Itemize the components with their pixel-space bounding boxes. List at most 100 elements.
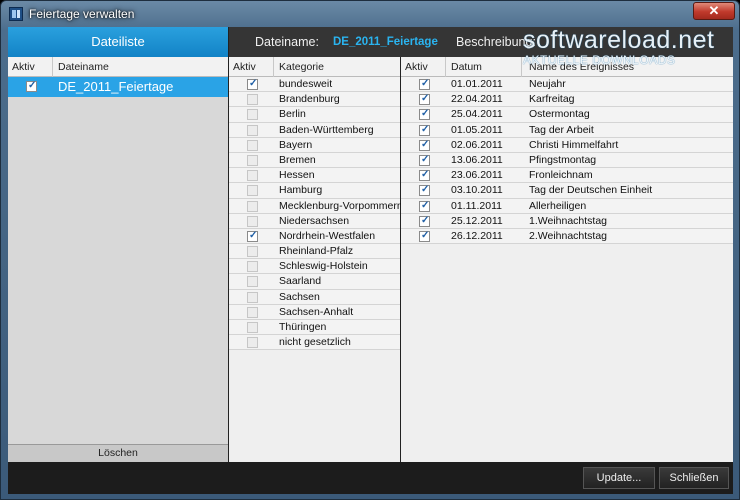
event-date: 25.12.2011 bbox=[451, 214, 503, 227]
event-row[interactable]: 25.12.2011 1.Weihnachtstag bbox=[401, 213, 733, 229]
column-header-filename[interactable]: Dateiname bbox=[58, 61, 109, 73]
category-active-checkbox[interactable] bbox=[247, 154, 258, 166]
category-active-checkbox[interactable] bbox=[247, 306, 258, 318]
event-active-checkbox[interactable] bbox=[419, 215, 430, 227]
description-label: Beschreibung: bbox=[456, 35, 536, 49]
title-bar[interactable]: Feiertage verwalten ✕ bbox=[1, 1, 739, 27]
category-active-checkbox[interactable] bbox=[247, 94, 258, 106]
category-active-checkbox[interactable] bbox=[247, 276, 258, 288]
event-date: 26.12.2011 bbox=[451, 229, 503, 242]
category-name: nicht gesetzlich bbox=[279, 336, 351, 349]
active-checkbox[interactable] bbox=[26, 80, 37, 92]
event-date: 13.06.2011 bbox=[451, 153, 503, 166]
category-active-checkbox[interactable] bbox=[247, 78, 258, 90]
category-active-checkbox[interactable] bbox=[247, 109, 258, 121]
window-title: Feiertage verwalten bbox=[29, 7, 135, 21]
category-row[interactable]: Bayern bbox=[229, 137, 400, 153]
event-name: Tag der Arbeit bbox=[529, 123, 594, 136]
category-row[interactable]: Saarland bbox=[229, 274, 400, 290]
category-row[interactable]: Baden-Württemberg bbox=[229, 122, 400, 138]
file-list: DE_2011_Feiertage bbox=[8, 77, 228, 97]
category-row[interactable]: Rheinland-Pfalz bbox=[229, 244, 400, 260]
file-name: DE_2011_Feiertage bbox=[58, 79, 174, 94]
close-button[interactable]: Schließen bbox=[659, 467, 729, 489]
event-name: Tag der Deutschen Einheit bbox=[529, 184, 653, 197]
category-row[interactable]: Mecklenburg-Vorpommern bbox=[229, 198, 403, 214]
event-row[interactable]: 01.05.2011 Tag der Arbeit bbox=[401, 122, 733, 138]
category-active-checkbox[interactable] bbox=[247, 124, 258, 136]
column-header-category[interactable]: Kategorie bbox=[279, 61, 324, 73]
column-header-active[interactable]: Aktiv bbox=[233, 61, 256, 73]
category-name: bundesweit bbox=[279, 78, 333, 90]
category-row[interactable]: Bremen bbox=[229, 152, 400, 169]
category-row[interactable]: Nordrhein-Westfalen bbox=[229, 228, 400, 245]
update-button[interactable]: Update... bbox=[583, 467, 655, 489]
footer-bar: Update... Schließen bbox=[8, 462, 733, 494]
category-row[interactable]: Schleswig-Holstein bbox=[229, 259, 400, 275]
client-area: Dateiliste Aktiv Dateiname DE_2011_Feier… bbox=[8, 27, 733, 494]
category-active-checkbox[interactable] bbox=[247, 246, 258, 258]
category-name: Baden-Württemberg bbox=[279, 123, 374, 136]
event-grid: Aktiv Datum Name des Ereignisses 01.01.2… bbox=[401, 57, 733, 462]
category-name: Schleswig-Holstein bbox=[279, 260, 368, 273]
category-row[interactable]: Berlin bbox=[229, 107, 400, 123]
category-row[interactable]: Brandenburg bbox=[229, 92, 400, 108]
category-row[interactable]: Hessen bbox=[229, 168, 400, 184]
event-active-checkbox[interactable] bbox=[419, 78, 430, 90]
event-row[interactable]: 01.11.2011 Allerheiligen bbox=[401, 198, 733, 214]
event-row[interactable]: 25.04.2011 Ostermontag bbox=[401, 107, 733, 123]
event-row[interactable]: 13.06.2011 Pfingstmontag bbox=[401, 152, 733, 169]
category-row[interactable]: Hamburg bbox=[229, 183, 400, 199]
category-active-checkbox[interactable] bbox=[247, 322, 258, 333]
category-row[interactable]: Sachsen bbox=[229, 289, 400, 305]
category-name: Bremen bbox=[279, 153, 316, 166]
category-active-checkbox[interactable] bbox=[247, 261, 258, 273]
close-window-button[interactable]: ✕ bbox=[693, 2, 735, 20]
category-row[interactable]: Thüringen bbox=[229, 320, 400, 336]
category-active-checkbox[interactable] bbox=[247, 139, 258, 151]
category-active-checkbox[interactable] bbox=[247, 230, 258, 242]
category-list: bundesweit Brandenburg Berlin Baden-Württem… bbox=[229, 77, 403, 351]
category-name: Nordrhein-Westfalen bbox=[279, 229, 376, 242]
category-active-checkbox[interactable] bbox=[247, 200, 258, 212]
category-active-checkbox[interactable] bbox=[247, 291, 258, 303]
file-list-panel: Dateiliste Aktiv Dateiname DE_2011_Feier… bbox=[8, 27, 228, 462]
event-row[interactable]: 03.10.2011 Tag der Deutschen Einheit bbox=[401, 183, 733, 199]
event-row[interactable]: 22.04.2011 Karfreitag bbox=[401, 92, 733, 108]
event-name: Christi Himmelfahrt bbox=[529, 138, 619, 151]
event-active-checkbox[interactable] bbox=[419, 200, 430, 212]
event-row[interactable]: 26.12.2011 2.Weihnachtstag bbox=[401, 228, 733, 245]
category-row[interactable]: Niedersachsen bbox=[229, 213, 400, 229]
event-row[interactable]: 01.01.2011 Neujahr bbox=[401, 77, 733, 93]
event-active-checkbox[interactable] bbox=[419, 184, 430, 197]
event-active-checkbox[interactable] bbox=[419, 230, 430, 242]
file-row[interactable]: DE_2011_Feiertage bbox=[8, 77, 228, 97]
event-active-checkbox[interactable] bbox=[419, 93, 430, 106]
column-header-date[interactable]: Datum bbox=[451, 61, 482, 73]
event-active-checkbox[interactable] bbox=[419, 124, 430, 136]
category-row[interactable]: bundesweit bbox=[229, 77, 400, 93]
event-active-checkbox[interactable] bbox=[419, 139, 430, 151]
category-row[interactable]: nicht gesetzlich bbox=[229, 335, 400, 351]
event-active-checkbox[interactable] bbox=[419, 108, 430, 121]
category-name: Niedersachsen bbox=[279, 214, 350, 227]
column-header-active[interactable]: Aktiv bbox=[405, 61, 428, 73]
event-row[interactable]: 23.06.2011 Fronleichnam bbox=[401, 168, 733, 184]
category-active-checkbox[interactable] bbox=[247, 170, 258, 182]
category-name: Bayern bbox=[279, 138, 313, 151]
app-icon bbox=[9, 7, 23, 21]
event-row[interactable]: 02.06.2011 Christi Himmelfahrt bbox=[401, 137, 733, 153]
holiday-manager-window: Feiertage verwalten ✕ Dateiliste Aktiv D… bbox=[0, 0, 740, 500]
category-name: Rheinland-Pfalz bbox=[279, 245, 354, 258]
category-active-checkbox[interactable] bbox=[247, 337, 258, 349]
category-active-checkbox[interactable] bbox=[247, 185, 258, 197]
category-active-checkbox[interactable] bbox=[247, 215, 258, 227]
category-name: Saarland bbox=[279, 275, 322, 288]
category-row[interactable]: Sachsen-Anhalt bbox=[229, 304, 400, 320]
category-grid: Aktiv Kategorie bundesweit Brandenburg Ber… bbox=[229, 57, 403, 462]
event-active-checkbox[interactable] bbox=[419, 154, 430, 166]
event-active-checkbox[interactable] bbox=[419, 169, 430, 182]
delete-button[interactable]: Löschen bbox=[8, 444, 228, 462]
column-header-active[interactable]: Aktiv bbox=[12, 61, 35, 73]
event-name: Neujahr bbox=[529, 78, 566, 90]
